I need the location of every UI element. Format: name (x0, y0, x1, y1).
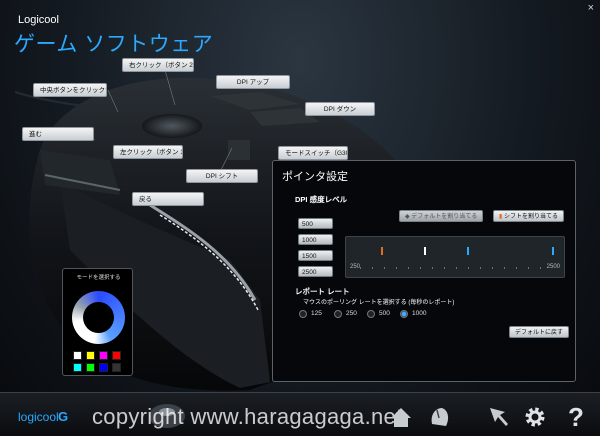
rate-radio-125[interactable] (299, 310, 307, 318)
pointer-settings-title: ポインタ設定 (282, 171, 348, 183)
dpi-level-3[interactable]: 1500 (298, 250, 333, 261)
middle-click-callout[interactable]: 中央ボタンをクリックする (f (33, 83, 107, 97)
dpi-marker[interactable] (552, 247, 554, 255)
dpi-down-callout[interactable]: DPI ダウン (305, 102, 375, 116)
reset-default-button[interactable]: デフォルトに戻す (509, 326, 570, 338)
dpi-up-callout[interactable]: DPI アップ (216, 75, 290, 89)
assign-default-button[interactable]: ◆ デフォルトを割り当てる (399, 210, 484, 222)
forward-callout[interactable]: 進む (22, 127, 94, 141)
right-click-callout[interactable]: 右クリック（ボタン 2） (122, 58, 194, 72)
rate-radio-250[interactable] (334, 310, 342, 318)
mode-color-swatch[interactable] (73, 363, 82, 372)
pointer-settings-icon[interactable] (486, 404, 512, 430)
dpi-level-1[interactable]: 500 (298, 218, 333, 229)
dpi-marker[interactable] (466, 247, 469, 255)
rate-label-250: 250 (346, 310, 357, 317)
mode-switch-callout[interactable]: モードスイッチ（G300/bk） (278, 146, 348, 160)
mode-select-panel: モードを選択する (62, 268, 133, 376)
assign-default-label: デフォルトを割り当てる (411, 214, 478, 220)
logicool-logo: logicool (18, 410, 59, 424)
app-window: × Logicool ゲーム ソフトウェア 右クリック（ボタン 2） DPI ア… (0, 0, 600, 436)
color-wheel[interactable] (72, 291, 125, 344)
mode-color-swatch[interactable] (99, 363, 108, 372)
mode-color-swatch[interactable] (112, 363, 121, 372)
dpi-marker[interactable] (381, 247, 384, 255)
mode-color-swatch[interactable] (112, 351, 121, 360)
slider-track (360, 267, 552, 269)
dpi-shift-callout[interactable]: DPI シフト (186, 169, 258, 183)
dpi-level-2[interactable]: 1000 (298, 234, 333, 245)
assign-shift-label: シフトを割り当てる (503, 214, 558, 220)
mode-select-title: モードを選択する (76, 275, 121, 281)
gear-icon[interactable] (522, 404, 548, 430)
back-callout[interactable]: 戻る (132, 192, 204, 206)
mode-color-swatch[interactable] (99, 351, 108, 360)
report-rate-heading: レポート レート (295, 287, 350, 296)
home-icon[interactable] (388, 404, 414, 430)
mode-color-swatch[interactable] (86, 363, 95, 372)
dpi-level-4[interactable]: 2500 (298, 266, 333, 277)
rate-label-125: 125 (311, 310, 322, 317)
dpi-slider[interactable]: 250 2500 (345, 236, 565, 278)
dpi-heading: DPI 感度レベル (295, 195, 348, 204)
assign-shift-button[interactable]: ▮ シフトを割り当てる (493, 210, 564, 222)
slider-min-label: 250 (350, 264, 361, 270)
g-logo-icon: G (58, 409, 69, 424)
copyright-watermark: copyright www.haragagaga.net (92, 404, 403, 429)
rate-label-500: 500 (379, 310, 390, 317)
report-rate-subtext: マウスのポーリング レートを選択する (毎秒のレポート) (303, 300, 455, 306)
rate-radio-500[interactable] (367, 310, 375, 318)
mode-color-swatch[interactable] (73, 351, 82, 360)
rate-label-1000: 1000 (412, 310, 427, 317)
rate-radio-1000[interactable] (400, 310, 408, 318)
mode-color-swatch[interactable] (86, 351, 95, 360)
slider-max-label: 2500 (546, 264, 560, 270)
left-click-callout[interactable]: 左クリック（ボタン 1） (113, 145, 183, 159)
dpi-marker[interactable] (424, 247, 426, 255)
pointer-settings-panel: ポインタ設定 DPI 感度レベル ◆ デフォルトを割り当てる ▮ シフトを割り当… (272, 160, 576, 382)
mouse-config-icon[interactable] (426, 404, 452, 430)
help-button[interactable]: ? (568, 402, 584, 433)
